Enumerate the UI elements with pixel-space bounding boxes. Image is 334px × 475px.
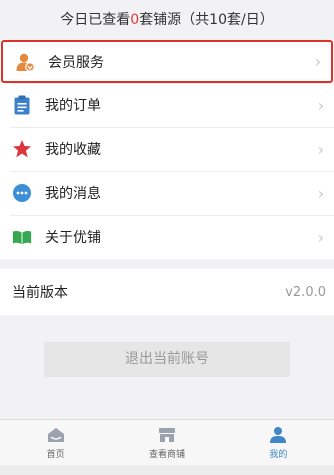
tab-label: 查看商铺 bbox=[148, 449, 185, 460]
chevron-right-icon: › bbox=[317, 139, 325, 159]
menu-item-about[interactable]: 关于优铺 › bbox=[0, 215, 334, 259]
clipboard-icon bbox=[12, 95, 32, 115]
bottom-tab-bar: 首页 查看商铺 我的 bbox=[0, 419, 334, 465]
chevron-right-icon: › bbox=[314, 52, 322, 71]
tab-mine[interactable]: 我的 bbox=[223, 420, 334, 465]
menu-item-member-service[interactable]: 会员服务 › bbox=[1, 40, 333, 83]
quota-suffix: 套铺源（共10套/日） bbox=[139, 12, 274, 28]
version-value: v2.0.0 bbox=[285, 284, 326, 300]
daily-quota-banner: 今日已查看0套铺源（共10套/日） bbox=[0, 0, 334, 40]
star-icon bbox=[12, 139, 32, 159]
chat-bubble-icon bbox=[12, 183, 32, 203]
logout-section: 退出当前账号 bbox=[0, 315, 334, 377]
menu-item-label: 我的消息 bbox=[45, 186, 101, 202]
chevron-right-icon: › bbox=[317, 183, 325, 203]
menu-item-my-messages[interactable]: 我的消息 › bbox=[0, 171, 334, 215]
profile-icon bbox=[268, 426, 288, 444]
tab-view-shops[interactable]: 查看商铺 bbox=[111, 420, 222, 465]
home-icon bbox=[46, 426, 66, 444]
tab-label: 我的 bbox=[269, 449, 288, 460]
version-row: 当前版本 v2.0.0 bbox=[0, 269, 334, 315]
menu-item-label: 关于优铺 bbox=[45, 230, 101, 246]
logout-button[interactable]: 退出当前账号 bbox=[44, 342, 290, 377]
member-user-icon bbox=[15, 52, 35, 72]
tab-home[interactable]: 首页 bbox=[0, 420, 111, 465]
book-icon bbox=[12, 227, 32, 247]
bottom-strip bbox=[0, 465, 334, 475]
tab-label: 首页 bbox=[46, 449, 65, 460]
version-label: 当前版本 bbox=[12, 285, 68, 301]
chevron-right-icon: › bbox=[317, 95, 325, 115]
menu-item-label: 我的收藏 bbox=[45, 142, 101, 158]
menu-item-label: 我的订单 bbox=[45, 98, 101, 114]
menu-item-label: 会员服务 bbox=[48, 54, 104, 71]
menu-item-my-favorites[interactable]: 我的收藏 › bbox=[0, 127, 334, 171]
chevron-right-icon: › bbox=[317, 227, 325, 247]
shop-icon bbox=[157, 426, 177, 444]
quota-count: 0 bbox=[130, 12, 140, 28]
account-menu: 会员服务 › 我的订单 › 我的收藏 › 我的消息 › 关于优铺 › bbox=[0, 40, 334, 259]
menu-item-my-orders[interactable]: 我的订单 › bbox=[0, 83, 334, 127]
quota-prefix: 今日已查看 bbox=[60, 12, 131, 28]
